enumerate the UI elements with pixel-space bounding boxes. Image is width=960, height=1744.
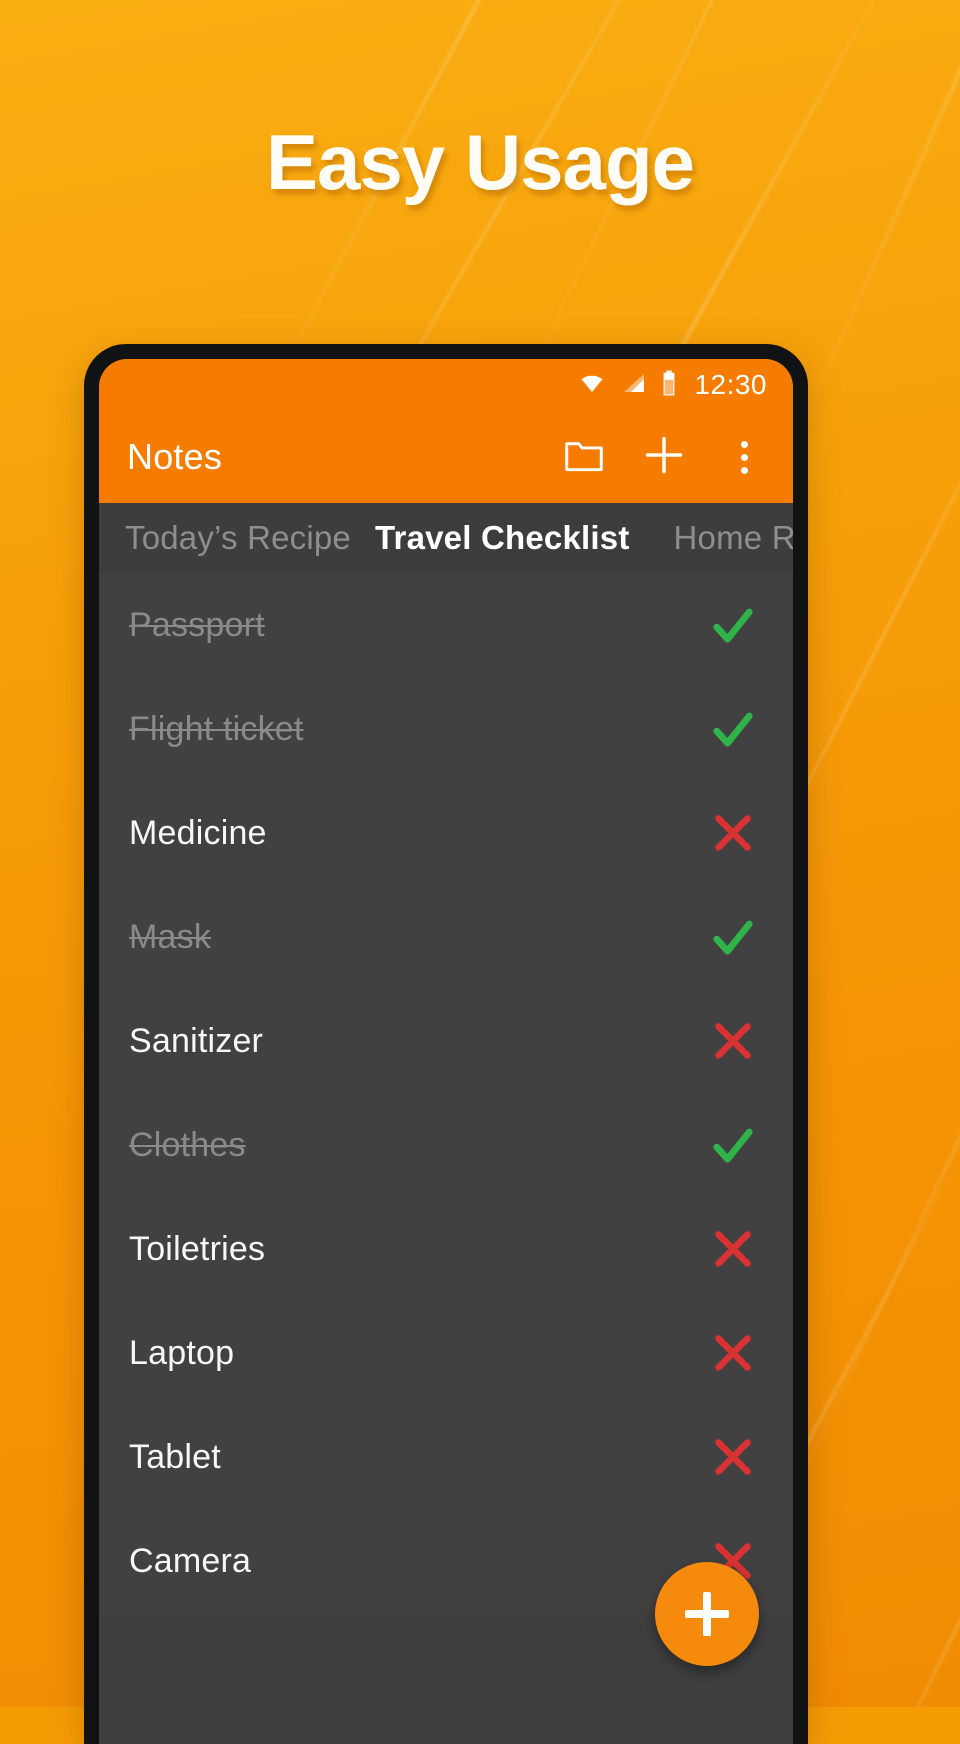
promo-headline: Easy Usage: [266, 118, 695, 206]
add-icon: [642, 433, 686, 482]
list-item[interactable]: Flight ticket: [99, 677, 793, 781]
tab-todays-recipe[interactable]: Today’s Recipe: [125, 519, 375, 557]
folder-button[interactable]: [561, 434, 607, 480]
check-icon[interactable]: [705, 1117, 761, 1173]
wifi-icon: [577, 371, 607, 400]
overflow-menu-button[interactable]: [721, 434, 767, 480]
tab-home-reno[interactable]: Home Reno: [674, 519, 793, 557]
phone-mockup: 12:30 Notes Today’s Recipe Travel Checkl…: [84, 344, 808, 1744]
list-item-label: Sanitizer: [129, 1021, 264, 1060]
plus-icon: [685, 1592, 729, 1636]
list-item-label: Flight ticket: [129, 709, 304, 748]
add-item-fab[interactable]: [655, 1562, 759, 1666]
checklist: Passport Flight ticket Medicine Mask San…: [99, 573, 793, 1613]
status-bar: 12:30: [99, 359, 793, 411]
battery-icon: [661, 370, 677, 401]
phone-screen: 12:30 Notes Today’s Recipe Travel Checkl…: [99, 359, 793, 1744]
list-item-label: Camera: [129, 1541, 252, 1580]
list-item-label: Passport: [129, 605, 265, 644]
list-item[interactable]: Passport: [99, 573, 793, 677]
list-item-label: Medicine: [129, 813, 267, 852]
list-item[interactable]: Sanitizer: [99, 989, 793, 1093]
list-item-label: Mask: [129, 917, 212, 956]
check-icon[interactable]: [705, 909, 761, 965]
list-item[interactable]: Tablet: [99, 1405, 793, 1509]
tab-travel-checklist[interactable]: Travel Checklist: [375, 519, 674, 557]
overflow-menu-icon: [740, 440, 748, 474]
cellular-signal-icon: [620, 371, 648, 400]
list-item[interactable]: Clothes: [99, 1093, 793, 1197]
cross-icon[interactable]: [705, 1221, 761, 1277]
folder-icon: [562, 436, 606, 479]
cross-icon[interactable]: [705, 1429, 761, 1485]
status-bar-clock: 12:30: [694, 369, 767, 400]
tab-strip[interactable]: Today’s Recipe Travel Checklist Home Ren…: [99, 503, 793, 573]
list-item[interactable]: Toiletries: [99, 1197, 793, 1301]
check-icon[interactable]: [705, 701, 761, 757]
cross-icon[interactable]: [705, 1013, 761, 1069]
cross-icon[interactable]: [705, 1325, 761, 1381]
list-item-label: Laptop: [129, 1333, 235, 1372]
app-bar: Notes: [99, 411, 793, 503]
add-note-button[interactable]: [641, 434, 687, 480]
app-title: Notes: [127, 436, 223, 477]
list-item[interactable]: Medicine: [99, 781, 793, 885]
list-item-label: Clothes: [129, 1125, 246, 1164]
app-bar-actions: [561, 434, 767, 480]
list-item-label: Tablet: [129, 1437, 221, 1476]
check-icon[interactable]: [705, 597, 761, 653]
cross-icon[interactable]: [705, 805, 761, 861]
list-item[interactable]: Mask: [99, 885, 793, 989]
list-item[interactable]: Laptop: [99, 1301, 793, 1405]
list-item-label: Toiletries: [129, 1229, 266, 1268]
